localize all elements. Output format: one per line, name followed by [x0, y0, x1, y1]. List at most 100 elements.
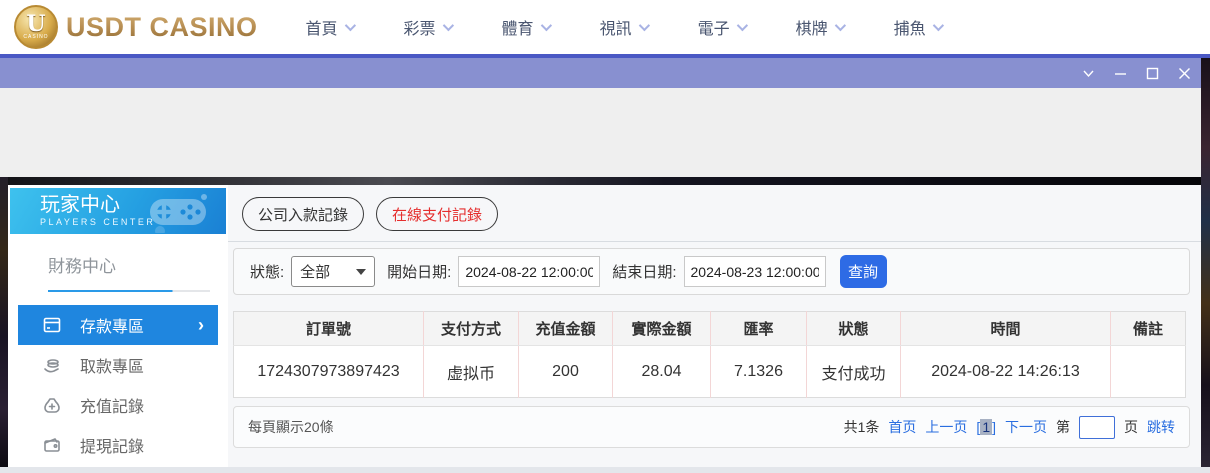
cell-status: 支付成功: [806, 345, 901, 398]
background-edge-left: [0, 177, 8, 467]
col-recharge-amount: 充值金額: [518, 311, 613, 346]
nav-item-fishing[interactable]: 捕魚: [894, 15, 944, 39]
sidebar-header: 玩家中心 PLAYERS CENTER: [10, 188, 226, 234]
jump-go-link[interactable]: 跳转: [1147, 417, 1175, 437]
chevron-down-icon[interactable]: [1081, 66, 1096, 81]
end-date-label: 結束日期:: [612, 264, 677, 281]
record-tabs: 公司入款記錄 在線支付記錄: [228, 185, 1201, 242]
table-header-row: 訂單號 支付方式 充值金額 實際金額 匯率 狀態 時間 備註: [233, 311, 1186, 346]
nav-label: 棋牌: [795, 21, 828, 38]
nav-item-home[interactable]: 首頁: [305, 15, 356, 39]
col-order-number: 訂單號: [233, 311, 424, 346]
sidebar-section-title: 財務中心: [48, 257, 116, 276]
sidebar-item-label: 提現記錄: [80, 439, 145, 456]
start-date-label: 開始日期:: [387, 264, 452, 281]
maximize-icon[interactable]: [1145, 66, 1160, 81]
cell-remark: [1110, 345, 1186, 398]
cell-time: 2024-08-22 14:26:13: [900, 345, 1111, 398]
prev-page-link[interactable]: 上一页: [925, 417, 967, 437]
next-page-link[interactable]: 下一页: [1005, 417, 1047, 437]
cell-order-number: 1724307973897423: [233, 345, 424, 398]
sidebar-menu: 存款專區 › 取款專區 充值記錄 提現記錄: [8, 305, 228, 467]
recharge-bag-icon: [44, 398, 60, 413]
window-blank-area: [0, 88, 1210, 177]
gamepad-icon: [150, 194, 207, 233]
sidebar-item-withdraw[interactable]: 取款專區: [18, 345, 218, 385]
col-time: 時間: [900, 311, 1111, 346]
nav-item-video[interactable]: 視訊: [599, 15, 650, 39]
background-edge-right: [1201, 58, 1210, 467]
cell-recharge-amount: 200: [518, 345, 613, 398]
coin-letter: U: [26, 11, 46, 37]
nav-label: 視訊: [599, 21, 632, 38]
sidebar-item-label: 存款專區: [80, 319, 145, 336]
main-nav: 首頁 彩票 體育 視訊 電子 棋牌 捕魚: [305, 15, 944, 39]
window-controls: [1081, 58, 1192, 88]
window-titlebar: [0, 58, 1210, 88]
sidebar-section-underline: [48, 290, 210, 292]
divider-strip: [0, 177, 1210, 185]
chevron-down-icon: [932, 19, 944, 32]
col-remark: 備註: [1110, 311, 1186, 346]
chevron-down-icon: [540, 19, 552, 32]
coin-sub-label: CASINO: [23, 34, 49, 40]
chevron-down-icon: [638, 19, 650, 32]
status-select-value: 全部: [300, 264, 331, 281]
bracket-close: ]: [992, 419, 996, 435]
col-actual-amount: 實際金額: [612, 311, 711, 346]
nav-item-chess[interactable]: 棋牌: [795, 15, 846, 39]
start-date-input[interactable]: [458, 256, 601, 287]
chevron-down-icon: [442, 19, 454, 32]
payment-records-table: 訂單號 支付方式 充值金額 實際金額 匯率 狀態 時間 備註 172430797…: [233, 311, 1186, 398]
status-select[interactable]: 全部: [291, 256, 376, 287]
logo-wordmark: USDT CASINO: [66, 11, 258, 42]
page-jump-input[interactable]: [1079, 415, 1115, 439]
search-button[interactable]: 查詢: [839, 255, 887, 288]
pager: 共1条 首页 上一页 [1] 下一页 第 页 跳转: [843, 415, 1175, 439]
site-header: U CASINO USDT CASINO 首頁 彩票 體育 視訊 電子 棋牌 捕…: [0, 0, 1210, 58]
coin-logo-icon: U CASINO: [14, 5, 58, 49]
page-size-text: 每頁顯示20條: [248, 419, 334, 435]
cell-payment-method: 虚拟币: [423, 345, 519, 398]
current-page-indicator[interactable]: [1]: [976, 419, 996, 435]
sidebar-item-withdrawal-records[interactable]: 提現記錄: [18, 425, 218, 465]
current-page-number: 1: [980, 419, 993, 435]
filter-bar: 狀態: 全部 開始日期: 結束日期: 查詢: [233, 248, 1190, 295]
sidebar-item-label: 取款專區: [80, 359, 145, 376]
sidebar-item-label: 充值記錄: [80, 399, 145, 416]
jump-label-pre: 第: [1056, 419, 1070, 435]
site-logo[interactable]: U CASINO USDT CASINO: [14, 5, 258, 49]
first-page-link[interactable]: 首页: [888, 417, 916, 437]
col-status: 狀態: [806, 311, 901, 346]
withdraw-wallet-icon: [44, 438, 60, 452]
nav-item-slots[interactable]: 電子: [697, 15, 748, 39]
nav-label: 彩票: [403, 21, 436, 38]
withdraw-hand-icon: [44, 359, 59, 373]
chevron-down-icon: [736, 19, 748, 32]
tab-company-deposit-records[interactable]: 公司入款記錄: [242, 197, 365, 231]
sidebar-item-deposit[interactable]: 存款專區 ›: [18, 305, 218, 345]
deposit-card-icon: [43, 317, 61, 333]
cell-exchange-rate: 7.1326: [710, 345, 807, 398]
nav-label: 體育: [501, 21, 534, 38]
chevron-down-icon: [834, 19, 846, 32]
nav-label: 首頁: [305, 21, 338, 38]
close-icon[interactable]: [1177, 66, 1192, 81]
total-count-text: 共1条: [843, 419, 880, 435]
col-exchange-rate: 匯率: [710, 311, 807, 346]
chevron-down-icon: [344, 19, 356, 32]
pagination-bar: 每頁顯示20條 共1条 首页 上一页 [1] 下一页 第 页 跳转: [233, 406, 1190, 448]
chevron-right-icon: ›: [198, 314, 204, 335]
col-payment-method: 支付方式: [423, 311, 519, 346]
nav-item-sports[interactable]: 體育: [501, 15, 552, 39]
nav-item-lottery[interactable]: 彩票: [403, 15, 454, 39]
end-date-input[interactable]: [683, 256, 826, 287]
status-label: 狀態:: [250, 264, 285, 281]
sidebar-item-recharge-records[interactable]: 充值記錄: [18, 385, 218, 425]
minimize-icon[interactable]: [1113, 66, 1128, 81]
nav-label: 電子: [697, 21, 730, 38]
main-panel: 公司入款記錄 在線支付記錄 狀態: 全部 開始日期: 結束日期: 查詢 訂單號: [228, 185, 1201, 467]
tab-online-payment-records[interactable]: 在線支付記錄: [376, 197, 499, 231]
table-row: 1724307973897423 虚拟币 200 28.04 7.1326 支付…: [233, 345, 1186, 398]
jump-label-post: 页: [1124, 419, 1138, 435]
